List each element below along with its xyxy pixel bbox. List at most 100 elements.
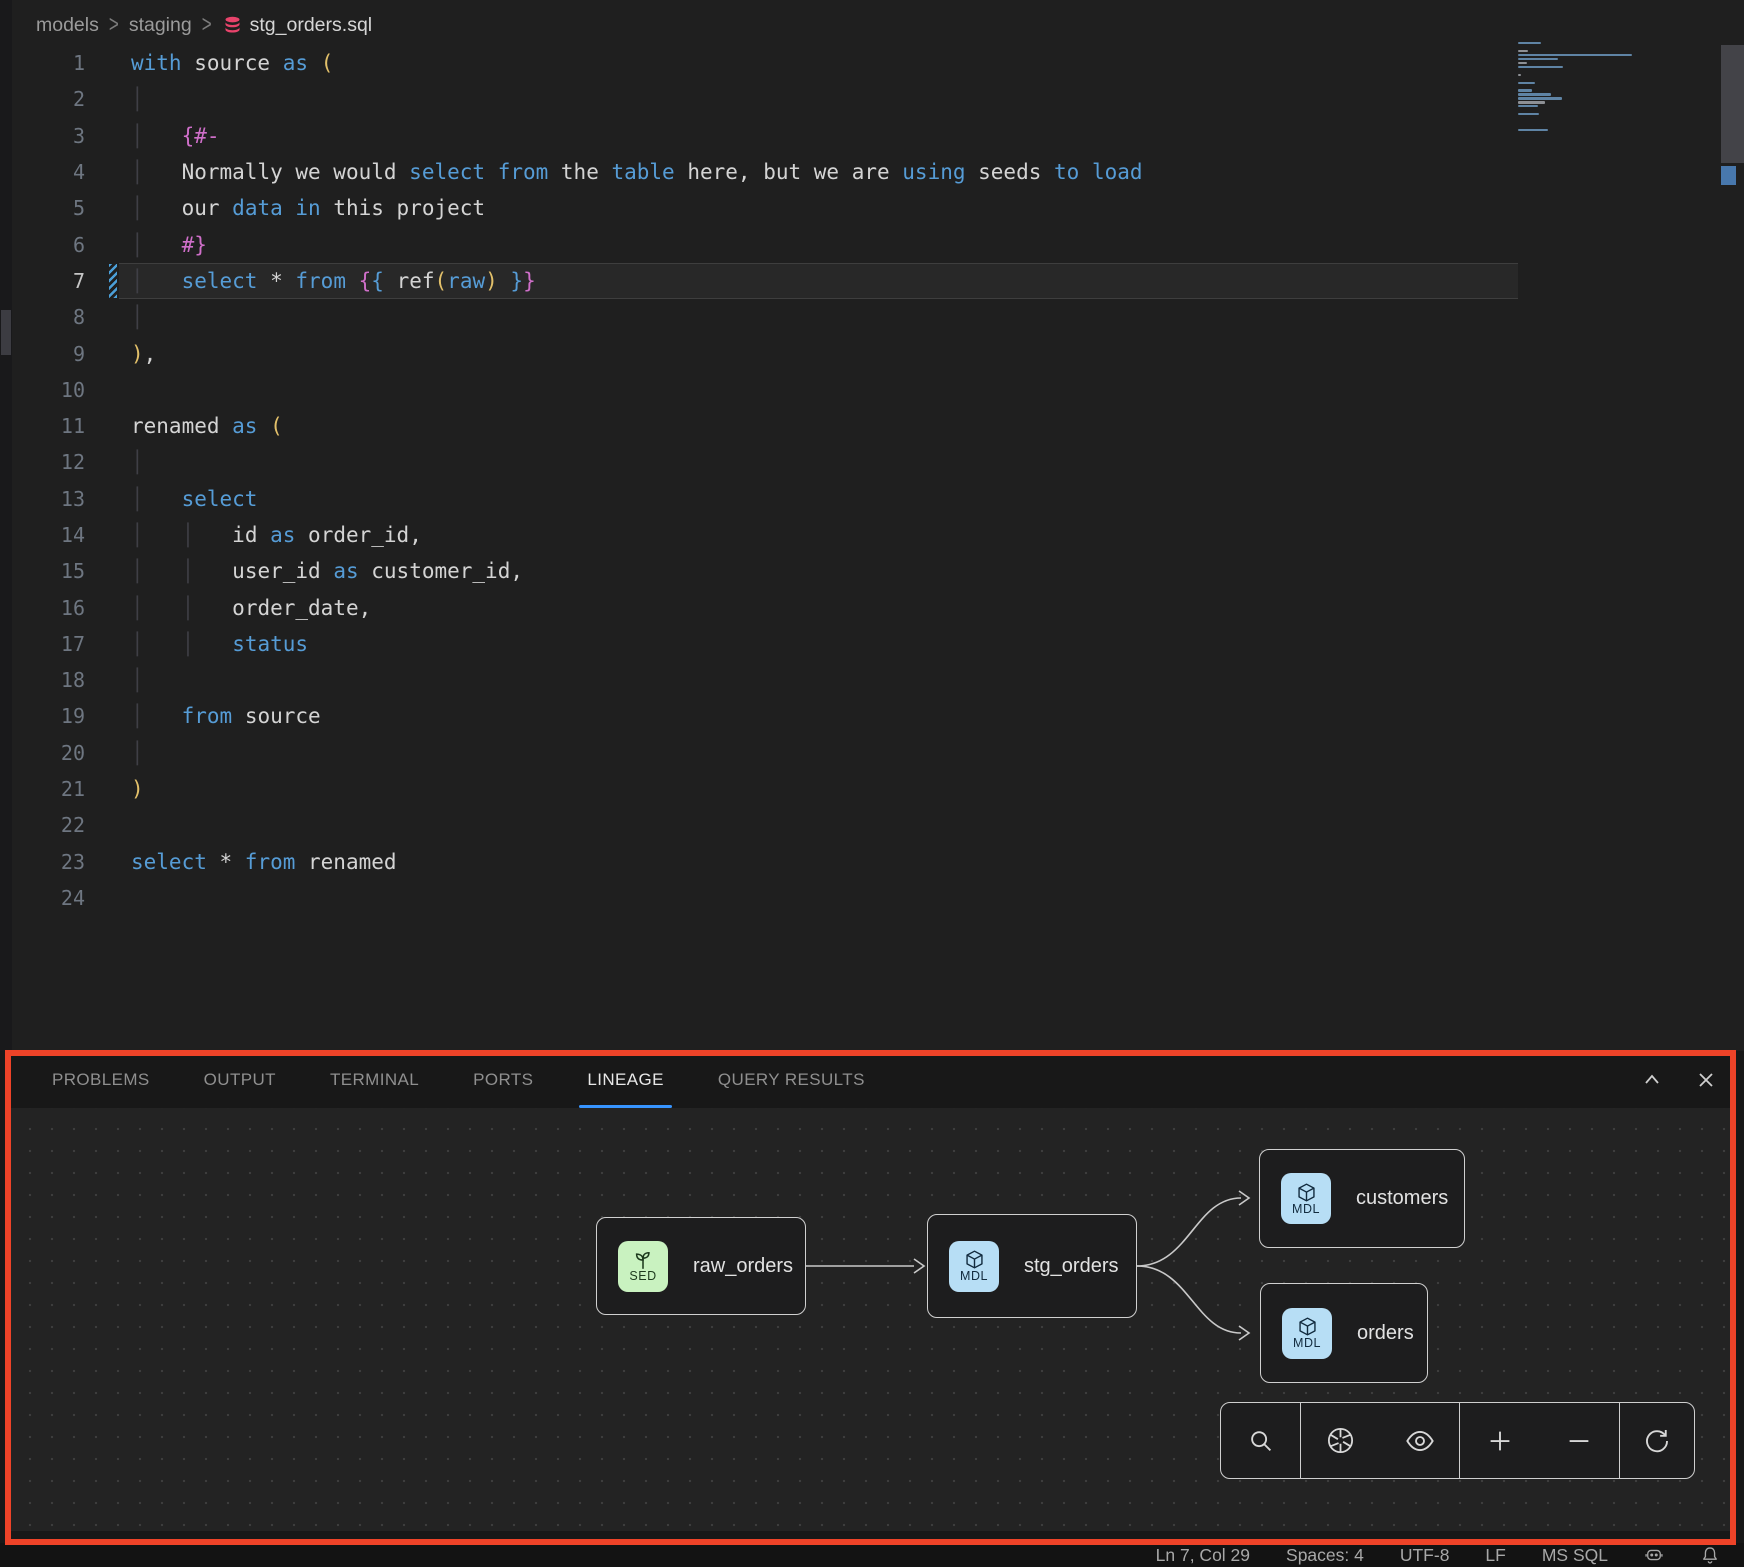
badge-label: MDL xyxy=(960,1270,988,1283)
tab-lineage[interactable]: LINEAGE xyxy=(587,1051,664,1108)
lineage-canvas[interactable]: SED raw_orders MDL stg_orders xyxy=(11,1108,1733,1531)
code-line-15[interactable]: 15 │ │ user_id as customer_id, xyxy=(12,553,1744,589)
code-line-5[interactable]: 5│ our data in this project xyxy=(12,190,1744,226)
cube-icon xyxy=(1297,1316,1318,1337)
code-text: renamed as ( xyxy=(131,414,283,438)
lineage-visibility-button[interactable] xyxy=(1396,1417,1444,1465)
breadcrumb-item-models[interactable]: models xyxy=(36,14,99,37)
code-text: │ │ user_id as customer_id, xyxy=(131,559,523,583)
close-icon[interactable] xyxy=(1694,1068,1718,1092)
code-line-7[interactable]: 7│ select * from {{ ref(raw) }} xyxy=(12,263,1744,299)
chevron-up-icon[interactable] xyxy=(1640,1068,1664,1092)
lineage-node-raw-orders[interactable]: SED raw_orders xyxy=(596,1217,806,1315)
status-bar: Ln 7, Col 29 Spaces: 4 UTF-8 LF MS SQL xyxy=(0,1543,1744,1567)
line-number: 22 xyxy=(12,813,85,837)
lineage-zoom-in-button[interactable] xyxy=(1476,1417,1524,1465)
code-line-23[interactable]: 23select * from renamed xyxy=(12,844,1744,880)
copilot-status-button[interactable] xyxy=(1644,1545,1664,1565)
code-line-18[interactable]: 18│ xyxy=(12,662,1744,698)
line-number: 19 xyxy=(12,704,85,728)
line-number: 3 xyxy=(12,124,85,148)
lineage-zoom-out-button[interactable] xyxy=(1555,1417,1603,1465)
code-line-3[interactable]: 3 │ {#- xyxy=(12,118,1744,154)
breadcrumb-item-staging[interactable]: staging xyxy=(129,14,192,37)
code-line-13[interactable]: 13│ select xyxy=(12,481,1744,517)
tab-terminal[interactable]: TERMINAL xyxy=(330,1051,419,1108)
lineage-aperture-button[interactable] xyxy=(1317,1417,1365,1465)
code-line-14[interactable]: 14│ │ id as order_id, xyxy=(12,517,1744,553)
panel-tab-bar: PROBLEMS OUTPUT TERMINAL PORTS LINEAGE Q… xyxy=(0,1051,1744,1108)
line-number: 10 xyxy=(12,378,85,402)
minimap-line xyxy=(1518,113,1539,115)
scrollbar-cursor-marker xyxy=(1721,166,1736,185)
code-line-16[interactable]: 16│ │ order_date, xyxy=(12,589,1744,625)
code-line-4[interactable]: 4│ Normally we would select from the tab… xyxy=(12,154,1744,190)
language-mode[interactable]: MS SQL xyxy=(1542,1545,1608,1566)
lineage-node-customers[interactable]: MDL customers xyxy=(1259,1149,1465,1248)
breadcrumb-file[interactable]: stg_orders.sql xyxy=(222,14,372,37)
breadcrumb: models > staging > stg_orders.sql xyxy=(36,8,372,42)
lineage-node-orders[interactable]: MDL orders xyxy=(1260,1283,1428,1383)
line-number: 23 xyxy=(12,850,85,874)
left-scroll-thumb[interactable] xyxy=(1,310,11,355)
code-text: │ from source xyxy=(131,704,321,728)
minimap-line xyxy=(1518,105,1538,107)
notifications-button[interactable] xyxy=(1700,1545,1720,1565)
copilot-icon xyxy=(1644,1545,1664,1565)
line-number: 11 xyxy=(12,414,85,438)
eol-setting[interactable]: LF xyxy=(1485,1545,1505,1566)
code-line-22[interactable]: 22 xyxy=(12,807,1744,843)
code-text: │ xyxy=(131,450,144,474)
editor-pane: models > staging > stg_orders.sql 1with … xyxy=(12,0,1744,1051)
code-line-19[interactable]: 19 │ from source xyxy=(12,698,1744,734)
breadcrumb-separator: > xyxy=(109,11,119,39)
code-line-11[interactable]: 11 renamed as ( xyxy=(12,408,1744,444)
encoding-setting[interactable]: UTF-8 xyxy=(1400,1545,1450,1566)
tab-query-results[interactable]: QUERY RESULTS xyxy=(718,1051,865,1108)
aperture-icon xyxy=(1329,1429,1352,1452)
tab-problems[interactable]: PROBLEMS xyxy=(52,1051,150,1108)
editor-scrollbar[interactable] xyxy=(1721,45,1744,163)
line-number: 14 xyxy=(12,523,85,547)
minimap-line xyxy=(1518,42,1541,44)
line-number: 15 xyxy=(12,559,85,583)
database-icon xyxy=(222,15,243,36)
code-line-9[interactable]: 9), xyxy=(12,335,1744,371)
breadcrumb-separator: > xyxy=(202,11,212,39)
minimap-line xyxy=(1518,101,1545,103)
code-line-21[interactable]: 21) xyxy=(12,771,1744,807)
tab-ports[interactable]: PORTS xyxy=(473,1051,533,1108)
model-badge: MDL xyxy=(1281,1173,1331,1224)
code-line-24[interactable]: 24 xyxy=(12,880,1744,916)
line-number: 8 xyxy=(12,305,85,329)
code-line-8[interactable]: 8│ xyxy=(12,299,1744,335)
code-area[interactable]: 1with source as (2│3│ {#-4│ Normally we … xyxy=(12,45,1744,916)
code-line-20[interactable]: 20│ xyxy=(12,735,1744,771)
line-number: 9 xyxy=(12,342,85,366)
cursor-position[interactable]: Ln 7, Col 29 xyxy=(1156,1545,1250,1566)
seed-badge: SED xyxy=(618,1241,668,1292)
left-scroll-rail[interactable] xyxy=(0,0,12,1051)
eye-icon xyxy=(1407,1431,1432,1449)
plus-icon xyxy=(1490,1431,1509,1450)
minimap[interactable] xyxy=(1518,42,1700,146)
line-number: 17 xyxy=(12,632,85,656)
code-line-2[interactable]: 2│ xyxy=(12,81,1744,117)
code-line-1[interactable]: 1with source as ( xyxy=(12,45,1744,81)
tab-output[interactable]: OUTPUT xyxy=(204,1051,276,1108)
refresh-icon xyxy=(1647,1430,1667,1451)
lineage-search-button[interactable] xyxy=(1237,1417,1285,1465)
code-line-12[interactable]: 12│ xyxy=(12,444,1744,480)
line-number: 20 xyxy=(12,741,85,765)
line-number: 4 xyxy=(12,160,85,184)
indentation-setting[interactable]: Spaces: 4 xyxy=(1286,1545,1364,1566)
code-line-10[interactable]: 10 xyxy=(12,372,1744,408)
code-text: │ select xyxy=(131,487,257,511)
code-line-6[interactable]: 6│ #} xyxy=(12,226,1744,262)
lineage-node-stg-orders[interactable]: MDL stg_orders xyxy=(927,1214,1137,1318)
code-text: │ {#- xyxy=(131,124,220,148)
modified-line-marker xyxy=(109,264,117,298)
line-number: 2 xyxy=(12,87,85,111)
lineage-refresh-button[interactable] xyxy=(1633,1417,1681,1465)
code-line-17[interactable]: 17│ │ status xyxy=(12,626,1744,662)
